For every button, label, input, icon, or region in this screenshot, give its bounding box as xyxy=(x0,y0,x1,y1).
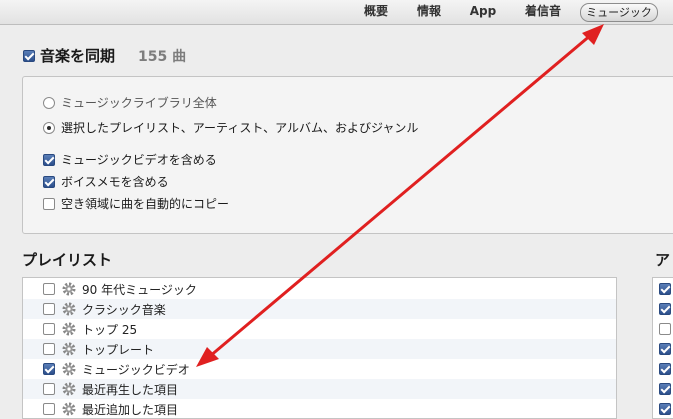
selected-items-radio[interactable] xyxy=(43,122,55,134)
artist-list xyxy=(652,277,673,419)
playlist-checkbox[interactable] xyxy=(43,283,55,295)
entire-library-label: ミュージックライブラリ全体 xyxy=(61,96,217,110)
sync-music-label: 音楽を同期 xyxy=(40,47,116,65)
song-count: 155 曲 xyxy=(138,49,187,65)
list-item[interactable]: 最近再生した項目 xyxy=(23,379,616,399)
playlists-heading: プレイリスト xyxy=(22,251,113,269)
list-item[interactable]: ミュージックビデオ xyxy=(23,359,616,379)
autofill-checkbox[interactable] xyxy=(43,198,55,210)
include-voice-memos-label: ボイスメモを含める xyxy=(61,175,169,189)
playlist-label: クラシック音楽 xyxy=(82,303,166,317)
tab-music[interactable]: ミュージック xyxy=(580,3,658,22)
list-item[interactable]: 90 年代ミュージック xyxy=(23,279,616,299)
playlist-label: 90 年代ミュージック xyxy=(82,283,197,297)
gear-icon xyxy=(62,302,76,316)
artist-checkbox[interactable] xyxy=(659,343,671,355)
tab-info[interactable]: 情報 xyxy=(411,3,447,20)
playlist-label: 最近追加した項目 xyxy=(82,403,179,417)
tab-apps[interactable]: App xyxy=(465,3,501,20)
artist-checkbox[interactable] xyxy=(659,323,671,335)
artists-heading: ア xyxy=(655,251,671,269)
playlist-label: ミュージックビデオ xyxy=(82,363,190,377)
include-music-videos-checkbox[interactable] xyxy=(43,154,55,166)
sync-music-checkbox[interactable] xyxy=(23,50,35,62)
list-item[interactable]: 最近追加した項目 xyxy=(23,399,616,418)
gear-icon xyxy=(62,322,76,336)
list-item[interactable]: トップ 25 xyxy=(23,319,616,339)
artist-checkbox[interactable] xyxy=(659,363,671,375)
tab-ringtones[interactable]: 着信音 xyxy=(518,3,568,20)
gear-icon xyxy=(62,342,76,356)
artist-checkbox[interactable] xyxy=(659,383,671,395)
artist-checkbox[interactable] xyxy=(659,283,671,295)
playlist-checkbox[interactable] xyxy=(43,303,55,315)
gear-icon xyxy=(62,362,76,376)
artist-checkbox[interactable] xyxy=(659,403,671,415)
tab-summary[interactable]: 概要 xyxy=(358,3,394,20)
tab-bar: 概要 情報 App 着信音 ミュージック xyxy=(0,0,673,25)
playlist-checkbox[interactable] xyxy=(43,383,55,395)
list-item[interactable]: クラシック音楽 xyxy=(23,299,616,319)
autofill-label: 空き領域に曲を自動的にコピー xyxy=(61,197,230,211)
sync-options-panel: ミュージックライブラリ全体 選択したプレイリスト、アーティスト、アルバム、および… xyxy=(22,76,673,234)
selected-items-label: 選択したプレイリスト、アーティスト、アルバム、およびジャンル xyxy=(61,121,419,135)
list-item[interactable]: トップレート xyxy=(23,339,616,359)
entire-library-radio[interactable] xyxy=(43,97,55,109)
gear-icon xyxy=(62,382,76,396)
playlist-checkbox[interactable] xyxy=(43,403,55,415)
playlist-label: トップレート xyxy=(82,343,155,357)
playlist-checkbox[interactable] xyxy=(43,323,55,335)
playlist-list: 90 年代ミュージック クラシック音楽 トップ 25 トップレート ミュージック… xyxy=(22,277,617,419)
playlist-label: トップ 25 xyxy=(82,323,138,337)
include-music-videos-label: ミュージックビデオを含める xyxy=(61,153,217,167)
playlist-checkbox[interactable] xyxy=(43,363,55,375)
gear-icon xyxy=(62,282,76,296)
playlist-checkbox[interactable] xyxy=(43,343,55,355)
include-voice-memos-checkbox[interactable] xyxy=(43,176,55,188)
artist-checkbox[interactable] xyxy=(659,303,671,315)
playlist-label: 最近再生した項目 xyxy=(82,383,179,397)
